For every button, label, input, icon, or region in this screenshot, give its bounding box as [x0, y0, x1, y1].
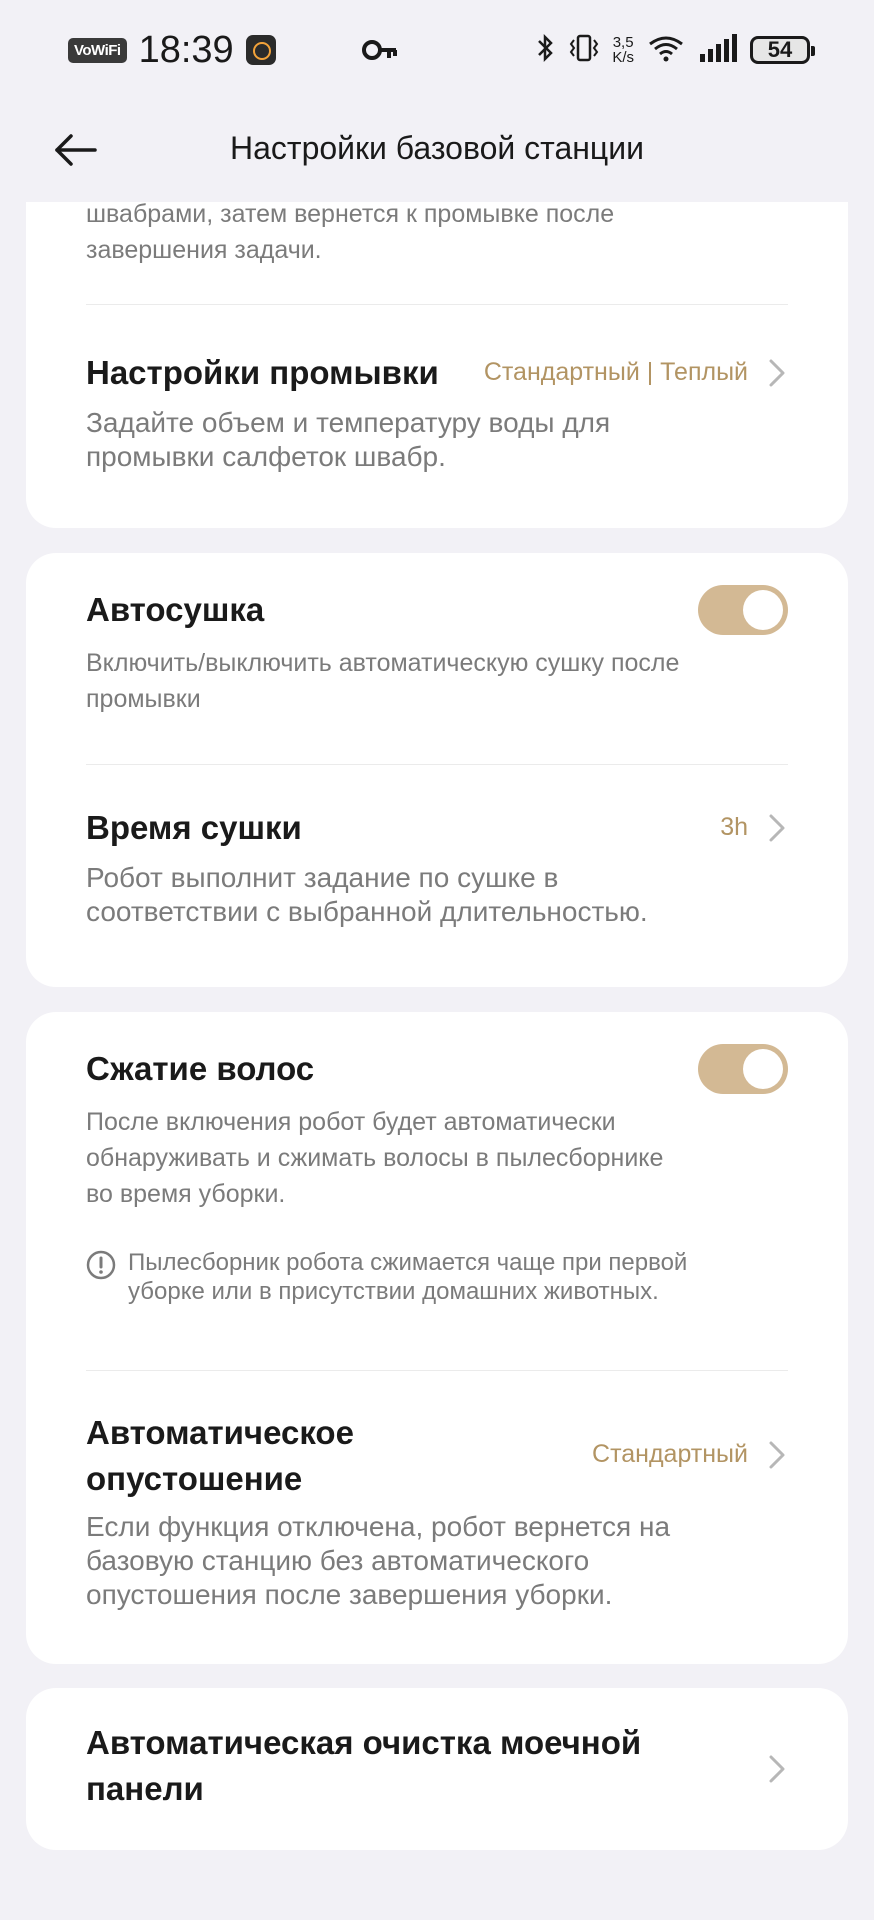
chevron-right-icon	[769, 359, 785, 387]
status-time: 18:39	[138, 28, 234, 71]
auto-empty-value: Стандартный	[592, 1440, 748, 1468]
wash-settings-item[interactable]: Настройки промывки Стандартный | Теплый …	[86, 350, 788, 480]
hair-compress-item: Сжатие волос После включения робот будет…	[86, 1044, 788, 1212]
divider	[86, 304, 788, 305]
settings-list[interactable]: швабрами, затем вернется к промывке посл…	[0, 202, 874, 1920]
speed-unit: K/s	[612, 49, 634, 66]
wash-settings-desc: Задайте объем и температуру воды для про…	[86, 407, 611, 472]
wash-settings-value: Стандартный | Теплый	[483, 358, 748, 386]
status-bar: VoWiFi 18:39 3,5 K/s 54	[0, 0, 874, 100]
divider	[86, 764, 788, 765]
battery-icon: 54	[750, 36, 815, 64]
card-wash: швабрами, затем вернется к промывке посл…	[26, 202, 848, 528]
hair-compress-note-text: Пылесборник робота сжимается чаще при пе…	[128, 1249, 688, 1305]
auto-empty-title: Автоматическое опустошение	[86, 1414, 354, 1497]
auto-dry-toggle[interactable]	[698, 585, 788, 635]
dry-time-title: Время сушки	[86, 809, 302, 846]
auto-dry-desc: Включить/выключить автоматическую сушку …	[86, 649, 680, 713]
dry-time-desc: Робот выполнит задание по сушке в соотве…	[86, 862, 648, 927]
auto-empty-desc: Если функция отключена, робот вернется н…	[86, 1511, 671, 1610]
toggle-knob	[743, 1049, 783, 1089]
vibrate-icon	[568, 32, 600, 69]
key-icon	[362, 36, 398, 69]
signal-icon	[698, 32, 738, 69]
hair-compress-desc: После включения робот будет автоматическ…	[86, 1108, 664, 1208]
hair-compress-toggle[interactable]	[698, 1044, 788, 1094]
chevron-right-icon	[769, 1441, 785, 1469]
dry-time-value: 3h	[720, 813, 748, 841]
auto-dry-title: Автосушка	[86, 591, 265, 628]
info-icon	[86, 1250, 116, 1280]
status-right: 3,5 K/s 54	[536, 24, 815, 76]
partial-desc-line2: завершения задачи.	[86, 236, 322, 264]
app-notification-icon	[245, 35, 276, 65]
auto-dry-item: Автосушка Включить/выключить автоматичес…	[86, 585, 788, 717]
chevron-right-icon	[769, 1755, 785, 1783]
header: Настройки базовой станции	[0, 100, 874, 200]
card-wash-panel: Автоматическая очистка моечной панели	[26, 1688, 848, 1850]
dry-time-item[interactable]: Время сушки 3h Робот выполнит задание по…	[86, 805, 788, 935]
partial-description: швабрами, затем вернется к промывке посл…	[86, 202, 788, 268]
bluetooth-icon	[536, 32, 556, 69]
network-speed: 3,5 K/s	[612, 35, 634, 65]
divider	[86, 1370, 788, 1371]
status-left: VoWiFi 18:39	[68, 24, 276, 76]
chevron-right-icon	[769, 814, 785, 842]
hair-compress-title: Сжатие волос	[86, 1050, 315, 1087]
partial-desc-line1: швабрами, затем вернется к промывке посл…	[86, 202, 615, 228]
wash-panel-item[interactable]: Автоматическая очистка моечной панели	[86, 1720, 788, 1820]
card-dust: Сжатие волос После включения робот будет…	[26, 1012, 848, 1664]
vowifi-icon: VoWiFi	[68, 37, 127, 63]
toggle-knob	[743, 590, 783, 630]
wifi-icon	[646, 32, 686, 69]
page-title: Настройки базовой станции	[230, 130, 644, 166]
hair-compress-note: Пылесборник робота сжимается чаще при пе…	[86, 1248, 788, 1306]
wash-panel-title: Автоматическая очистка моечной панели	[86, 1724, 642, 1807]
card-drying: Автосушка Включить/выключить автоматичес…	[26, 553, 848, 987]
auto-empty-item[interactable]: Автоматическое опустошение Стандартный Е…	[86, 1410, 788, 1620]
